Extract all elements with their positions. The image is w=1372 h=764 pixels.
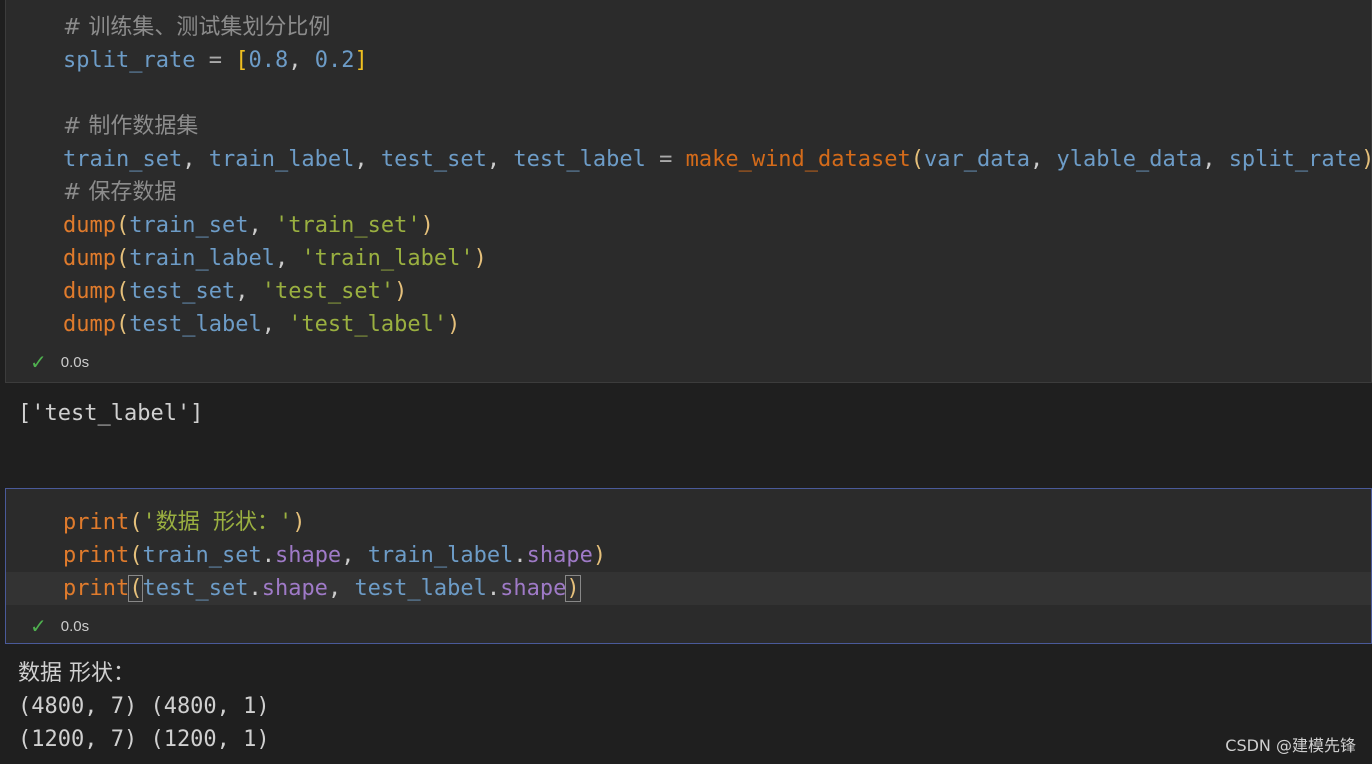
number: 0.2 xyxy=(314,48,355,73)
cell-2-editor[interactable]: print('数据 形状：') print(train_set.shape, t… xyxy=(6,506,1371,605)
cell-2-output: 数据 形状： (4800, 7) (4800, 1) (1200, 7) (1200… xyxy=(18,657,270,756)
function-name: print xyxy=(63,543,130,568)
string-literal: 'test_label' xyxy=(288,312,448,337)
output-line: (1200, 7) (1200, 1) xyxy=(18,727,270,752)
argument: test_label xyxy=(129,312,262,337)
string-literal: 'train_label' xyxy=(301,246,474,271)
code-line: dump(train_set, 'train_set') xyxy=(63,213,434,238)
number: 0.8 xyxy=(248,48,289,73)
code-line: print('数据 形状：') xyxy=(63,510,306,535)
function-name: dump xyxy=(63,246,116,271)
operator: = xyxy=(195,48,236,73)
code-line: # 训练集、测试集划分比例 xyxy=(63,11,1371,44)
attribute: shape xyxy=(526,543,593,568)
check-icon: ✓ xyxy=(30,616,47,639)
output-line: (4800, 7) (4800, 1) xyxy=(18,694,270,719)
code-line: dump(train_label, 'train_label') xyxy=(63,246,487,271)
argument: var_data xyxy=(924,147,1030,172)
cell-1-output: ['test_label'] xyxy=(18,397,203,430)
variable: test_label xyxy=(354,576,487,601)
cell-2-status: ✓ 0.0s xyxy=(30,612,89,642)
variable: train_set xyxy=(142,543,262,568)
code-line: # 制作数据集 xyxy=(63,110,1371,143)
string-literal: 'test_set' xyxy=(261,279,395,304)
matched-bracket: ( xyxy=(128,575,144,602)
variable: train_label xyxy=(367,543,514,568)
execution-time: 0.0s xyxy=(60,354,90,371)
code-line: dump(test_set, 'test_set') xyxy=(63,279,408,304)
string-literal: 'train_set' xyxy=(274,213,421,238)
code-cell-2[interactable]: print('数据 形状：') print(train_set.shape, t… xyxy=(5,488,1372,644)
argument: train_set xyxy=(129,213,249,238)
argument: test_set xyxy=(129,279,236,304)
bracket: [ xyxy=(235,48,249,73)
argument: split_rate xyxy=(1228,147,1362,172)
variable: test_label xyxy=(513,147,646,172)
function-name: dump xyxy=(63,213,116,238)
argument: ylable_data xyxy=(1056,147,1203,172)
variable: test_set xyxy=(380,147,487,172)
variable: train_set xyxy=(63,147,183,172)
punct: , xyxy=(288,48,315,73)
function-name: dump xyxy=(63,312,116,337)
attribute: shape xyxy=(261,576,328,601)
code-cell-1[interactable]: # 训练集、测试集划分比例 split_rate = [0.8, 0.2] # … xyxy=(5,0,1372,383)
comment: # 训练集、测试集划分比例 xyxy=(63,15,331,40)
attribute: shape xyxy=(274,543,342,568)
variable: train_label xyxy=(208,147,355,172)
bracket: ] xyxy=(354,48,368,73)
string-literal: '数据 形状：' xyxy=(142,510,293,535)
function-name: make_wind_dataset xyxy=(685,147,911,172)
output-text: ['test_label'] xyxy=(18,401,204,426)
attribute: shape xyxy=(500,576,567,601)
check-icon: ✓ xyxy=(30,352,47,375)
variable: split_rate xyxy=(63,48,196,73)
function-name: print xyxy=(63,576,130,601)
comment: # 保存数据 xyxy=(63,180,177,205)
code-line-active: print(test_set.shape, test_label.shape) xyxy=(6,572,1371,605)
cell-1-status: ✓ 0.0s xyxy=(30,348,89,378)
matched-bracket: ) xyxy=(565,575,581,602)
comment: # 制作数据集 xyxy=(63,114,199,139)
watermark: CSDN @建模先锋 xyxy=(1225,736,1356,755)
output-line: 数据 形状： xyxy=(18,661,135,686)
function-name: print xyxy=(63,510,130,535)
cell-1-editor[interactable]: # 训练集、测试集划分比例 split_rate = [0.8, 0.2] # … xyxy=(63,11,1372,341)
code-line: # 保存数据 xyxy=(63,176,1371,209)
argument: train_label xyxy=(129,246,275,271)
code-line: train_set, train_label, test_set, test_l… xyxy=(63,147,1372,172)
variable: test_set xyxy=(142,576,249,601)
code-line: dump(test_label, 'test_label') xyxy=(63,312,461,337)
code-line: split_rate = [0.8, 0.2] xyxy=(63,44,1371,77)
execution-time: 0.0s xyxy=(60,618,90,635)
function-name: dump xyxy=(63,279,116,304)
code-line: print(train_set.shape, train_label.shape… xyxy=(63,543,607,568)
